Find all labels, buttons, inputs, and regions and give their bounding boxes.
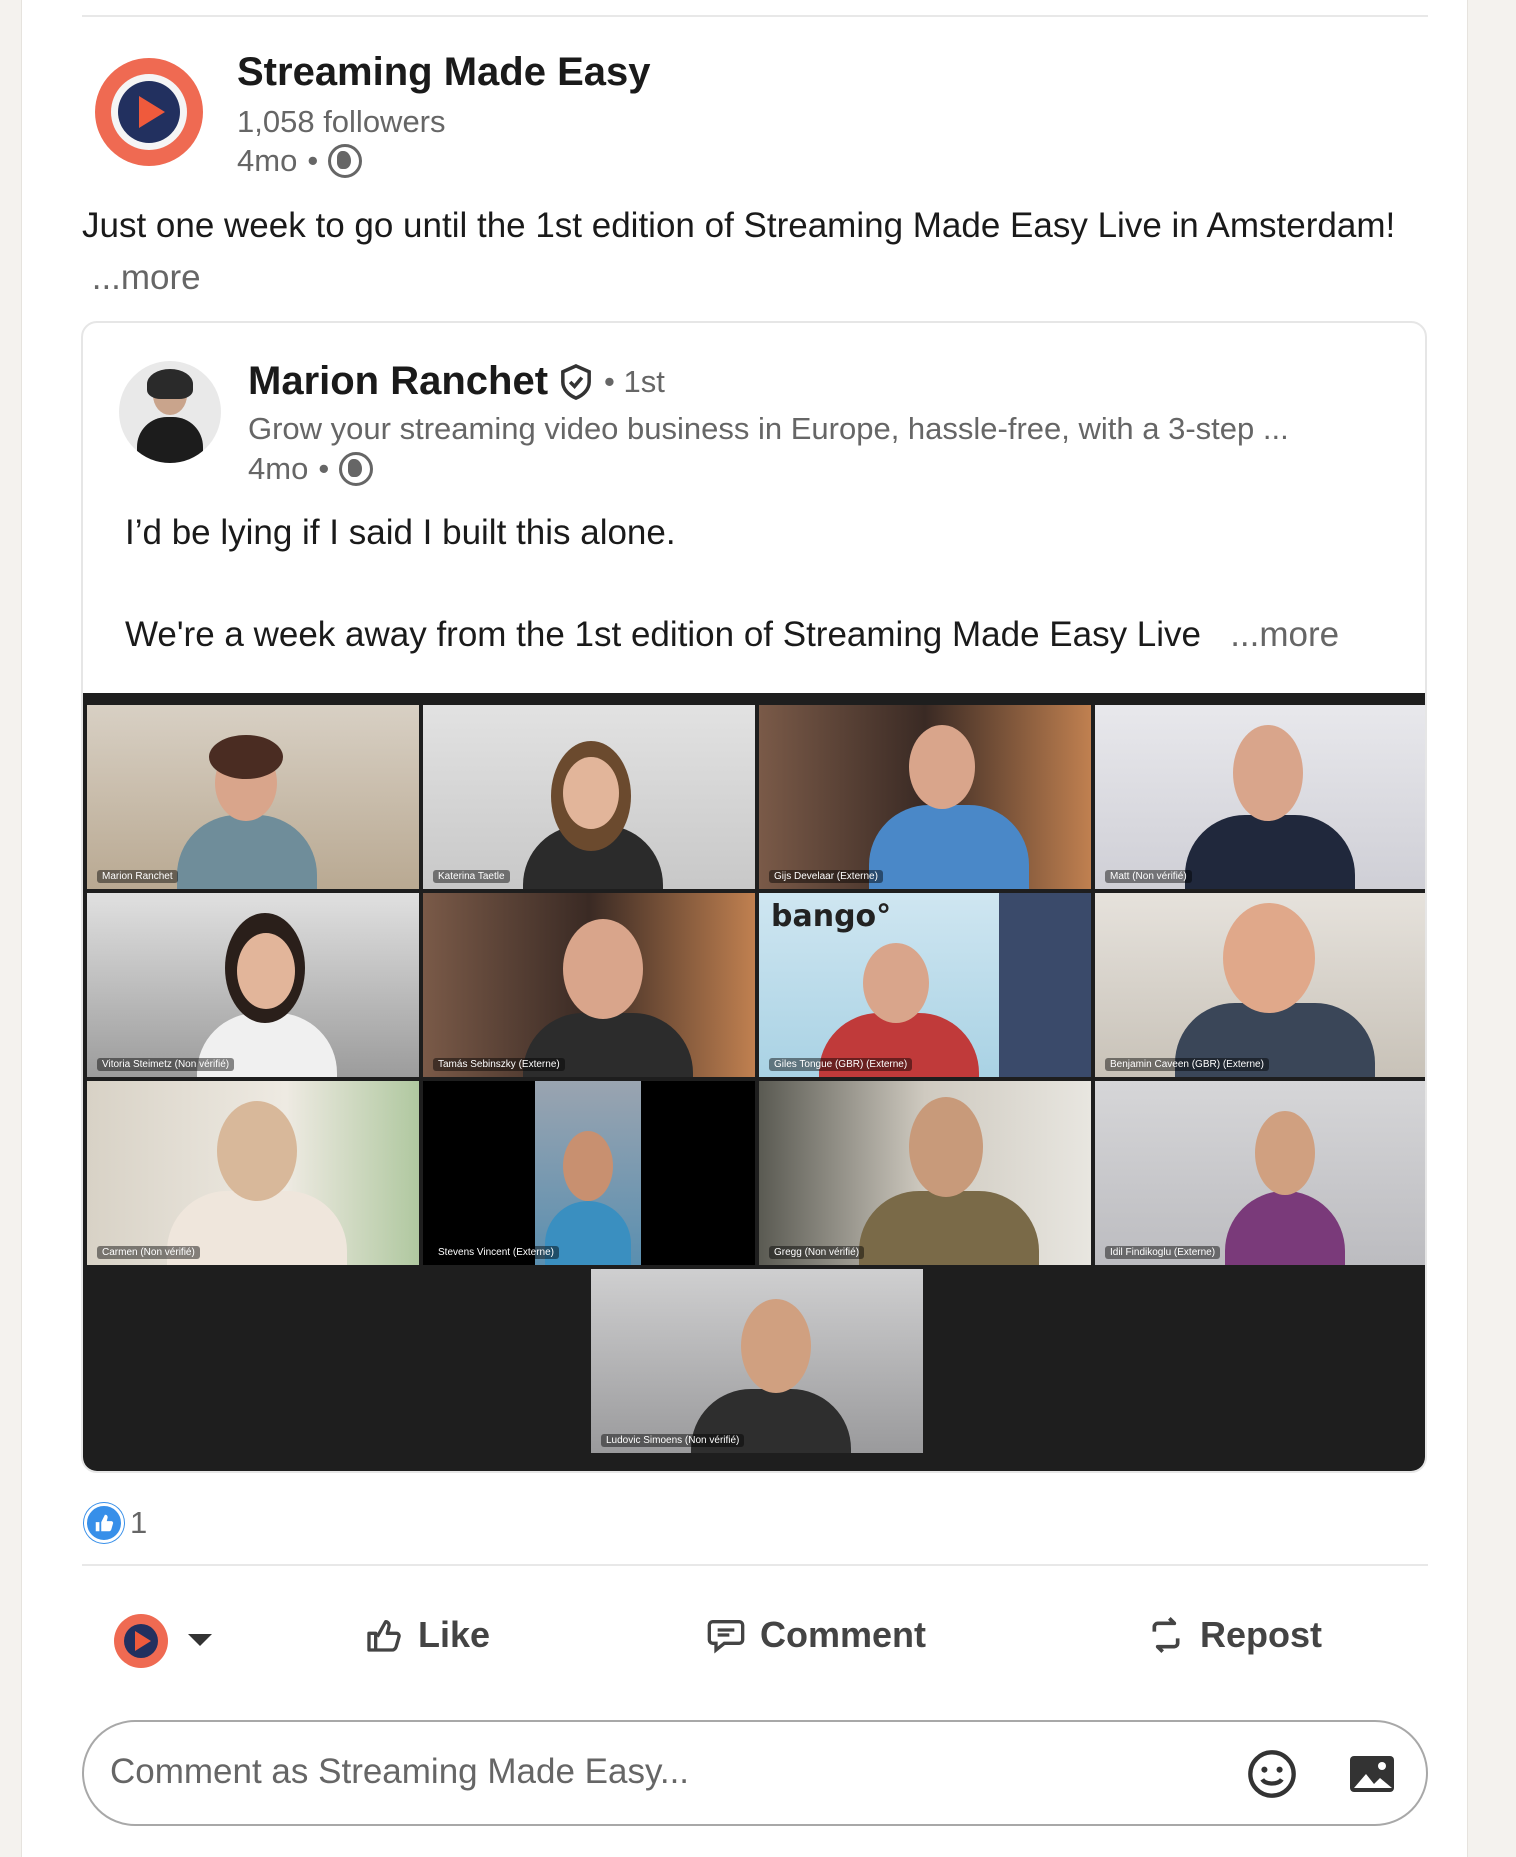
actor-switcher-avatar[interactable] [114, 1614, 168, 1668]
see-more-link[interactable]: ...more [92, 258, 201, 297]
participant-name: Stevens Vincent (Externe) [433, 1246, 559, 1259]
participant-tile: Marion Ranchet [87, 705, 419, 889]
follower-count: 1,058 followers [237, 104, 446, 139]
shared-text-line-2: We're a week away from the 1st edition o… [125, 615, 1339, 655]
participant-name: Marion Ranchet [97, 870, 178, 883]
participant-tile: Matt (Non vérifié) [1095, 705, 1425, 889]
verified-icon [561, 363, 591, 400]
avatar[interactable] [119, 361, 221, 463]
divider [82, 15, 1428, 17]
participant-name: Gregg (Non vérifié) [769, 1246, 865, 1259]
see-more-link[interactable]: ...more [1230, 615, 1339, 654]
play-icon [135, 1631, 151, 1651]
participant-name: Katerina Taetle [433, 870, 510, 883]
participant-tile: Ludovic Simoens (Non vérifié) [591, 1269, 923, 1453]
author-name[interactable]: Streaming Made Easy [237, 50, 651, 95]
company-logo[interactable] [95, 58, 203, 166]
post-age: 4mo [237, 143, 298, 178]
globe-icon [339, 452, 374, 486]
dot-separator: • [307, 143, 319, 178]
participant-name: Ludovic Simoens (Non vérifié) [601, 1434, 745, 1447]
participant-tile: Idil Findikoglu (Externe) [1095, 1081, 1425, 1265]
participant-name: Gijs Develaar (Externe) [769, 870, 883, 883]
divider [82, 1564, 1428, 1566]
reaction-count: 1 [130, 1505, 148, 1540]
participant-name: Carmen (Non vérifié) [97, 1246, 200, 1259]
like-label: Like [418, 1614, 491, 1655]
globe-icon [328, 144, 363, 178]
participant-tile: Tamás Sebinszky (Externe) [423, 893, 755, 1077]
video-call-image[interactable]: Marion Ranchet Katerina Taetle Gijs Deve… [83, 693, 1425, 1471]
emoji-icon[interactable] [1246, 1748, 1298, 1800]
shared-meta: 4mo • [248, 451, 374, 487]
comment-label: Comment [760, 1614, 927, 1655]
shared-author-name[interactable]: Marion Ranchet [248, 359, 548, 404]
caret-down-icon[interactable] [188, 1634, 212, 1646]
repost-icon [1152, 1617, 1180, 1653]
post-meta: 4mo • [237, 143, 363, 179]
participant-tile: Gregg (Non vérifié) [759, 1081, 1091, 1265]
thumbs-up-icon [367, 1620, 401, 1652]
image-icon[interactable] [1346, 1750, 1398, 1798]
participant-tile: Benjamin Caveen (GBR) (Externe) [1095, 893, 1425, 1077]
participant-tile: Vitoria Steimetz (Non vérifié) [87, 893, 419, 1077]
action-bar: Like Comment Repost [82, 1600, 1428, 1678]
participant-name: Matt (Non vérifié) [1105, 870, 1192, 883]
participant-tile: Carmen (Non vérifié) [87, 1081, 419, 1265]
participant-tile: bango° Giles Tongue (GBR) (Externe) [759, 893, 1091, 1077]
participant-name: Benjamin Caveen (GBR) (Externe) [1105, 1058, 1269, 1071]
comment-icon [707, 1620, 745, 1654]
comment-placeholder: Comment as Streaming Made Easy... [110, 1752, 690, 1791]
shared-headline: Grow your streaming video business in Eu… [248, 411, 1289, 446]
post-text: Just one week to go until the 1st editio… [82, 200, 1422, 304]
participant-tile: Stevens Vincent (Externe) [423, 1081, 755, 1265]
reaction-summary[interactable]: 1 [84, 1503, 147, 1543]
participant-tile: Gijs Develaar (Externe) [759, 705, 1091, 889]
comment-input[interactable]: Comment as Streaming Made Easy... [82, 1720, 1428, 1826]
repost-label: Repost [1200, 1614, 1323, 1655]
bango-logo: bango° [771, 899, 892, 934]
connection-degree: • 1st [604, 363, 665, 399]
post-body: Just one week to go until the 1st editio… [82, 206, 1396, 245]
repost-button[interactable]: Repost [1146, 1614, 1322, 1656]
participant-name: Idil Findikoglu (Externe) [1105, 1246, 1221, 1259]
shared-age: 4mo [248, 451, 309, 486]
like-button[interactable]: Like [364, 1614, 490, 1656]
play-icon [139, 96, 165, 128]
participant-name: Giles Tongue (GBR) (Externe) [769, 1058, 913, 1071]
comment-button[interactable]: Comment [706, 1614, 926, 1656]
shared-body: We're a week away from the 1st edition o… [125, 615, 1201, 654]
participant-tile: Katerina Taetle [423, 705, 755, 889]
shared-author-row: Marion Ranchet • 1st [248, 359, 665, 404]
shared-post[interactable]: Marion Ranchet • 1st Grow your streaming… [81, 321, 1427, 1473]
participant-name: Vitoria Steimetz (Non vérifié) [97, 1058, 235, 1071]
participant-name: Tamás Sebinszky (Externe) [433, 1058, 565, 1071]
dot-separator: • [318, 451, 330, 486]
shared-text-line-1: I’d be lying if I said I built this alon… [125, 513, 676, 552]
like-reaction-icon [84, 1503, 124, 1543]
